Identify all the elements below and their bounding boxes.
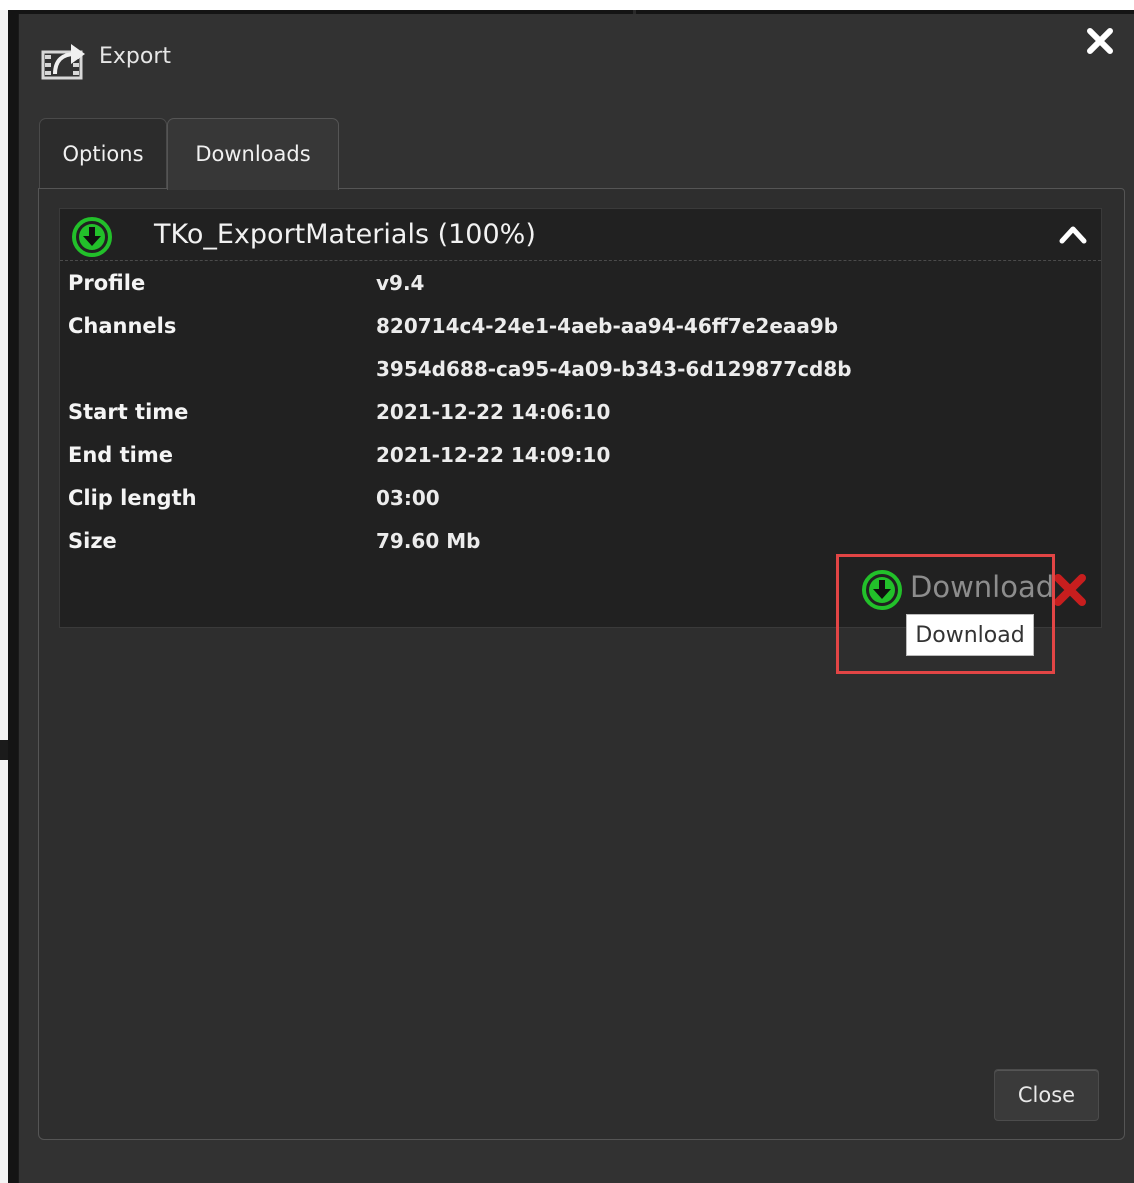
close-button[interactable]: Close bbox=[994, 1069, 1099, 1121]
field-label: Profile bbox=[68, 271, 146, 295]
download-arrow-icon bbox=[72, 217, 112, 257]
field-value: 79.60 Mb bbox=[376, 529, 481, 553]
window-top-edge bbox=[0, 0, 1134, 10]
field-label: Clip length bbox=[68, 486, 197, 510]
tab-downloads[interactable]: Downloads bbox=[167, 118, 339, 190]
field-label: End time bbox=[68, 443, 173, 467]
tab-options[interactable]: Options bbox=[39, 118, 167, 188]
background-strip-mark bbox=[0, 740, 8, 760]
export-icon bbox=[41, 44, 85, 80]
field-label: Size bbox=[68, 529, 117, 553]
field-value: 3954d688-ca95-4a09-b343-6d129877cd8b bbox=[376, 357, 852, 381]
field-value: 820714c4-24e1-4aeb-aa94-46ff7e2eaa9b bbox=[376, 314, 839, 338]
field-label: Channels bbox=[68, 314, 177, 338]
highlight-box bbox=[836, 554, 1055, 674]
background-strip bbox=[0, 10, 8, 1183]
download-item-title: TKo_ExportMaterials (100%) bbox=[154, 219, 536, 250]
field-label: Start time bbox=[68, 400, 189, 424]
dialog-title: Export bbox=[99, 44, 172, 69]
field-value: v9.4 bbox=[376, 271, 425, 295]
download-item-header[interactable]: TKo_ExportMaterials (100%) bbox=[60, 209, 1101, 261]
delete-x-icon[interactable] bbox=[1052, 572, 1088, 608]
chevron-up-icon[interactable] bbox=[1058, 223, 1088, 245]
field-value: 03:00 bbox=[376, 486, 440, 510]
field-value: 2021-12-22 14:06:10 bbox=[376, 400, 611, 424]
field-value: 2021-12-22 14:09:10 bbox=[376, 443, 611, 467]
close-icon[interactable] bbox=[1085, 26, 1115, 56]
